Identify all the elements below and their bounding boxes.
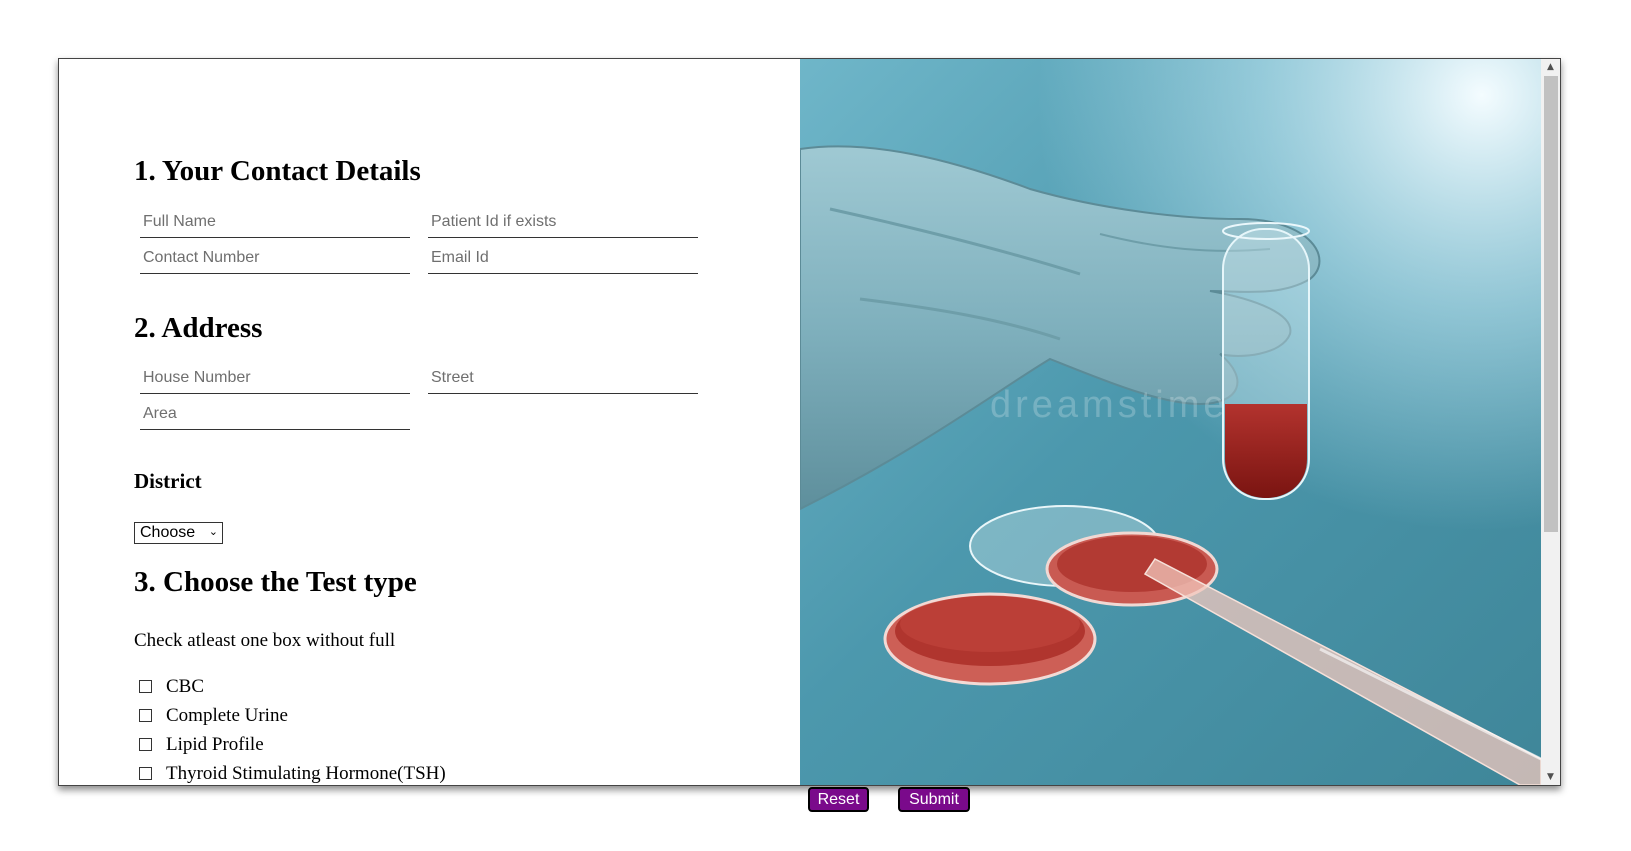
lab-test-tube-illustration: dreamstime	[800, 59, 1541, 785]
vertical-scrollbar[interactable]: ▲ ▼	[1541, 59, 1560, 785]
scroll-thumb[interactable]	[1544, 76, 1558, 532]
scroll-down-icon[interactable]: ▼	[1541, 769, 1560, 785]
checkbox-icon[interactable]	[139, 709, 152, 722]
full-name-field[interactable]: Full Name	[140, 209, 410, 238]
lab-photo: dreamstime	[800, 59, 1541, 785]
chevron-down-icon: ⌄	[208, 525, 218, 538]
area-placeholder: Area	[143, 405, 177, 422]
patient-id-field[interactable]: Patient Id if exists	[428, 209, 698, 238]
test-type-heading: 3. Choose the Test type	[134, 566, 417, 598]
email-placeholder: Email Id	[431, 249, 489, 266]
form-window: 1. Your Contact Details Full Name Patien…	[58, 58, 1561, 786]
contact-details-heading: 1. Your Contact Details	[134, 155, 421, 187]
district-selected-value: Choose	[140, 524, 196, 541]
test-label: CBC	[166, 676, 205, 697]
district-label: District	[134, 469, 202, 493]
email-field[interactable]: Email Id	[428, 245, 698, 274]
watermark-text: dreamstime	[990, 384, 1229, 426]
house-number-placeholder: House Number	[143, 369, 251, 386]
street-placeholder: Street	[431, 369, 474, 386]
submit-button[interactable]: Submit	[898, 787, 970, 812]
house-number-field[interactable]: House Number	[140, 365, 410, 394]
test-label: Lipid Profile	[166, 734, 264, 755]
area-field[interactable]: Area	[140, 401, 410, 430]
full-name-placeholder: Full Name	[143, 213, 216, 230]
address-heading: 2. Address	[134, 312, 263, 344]
checkbox-icon[interactable]	[139, 738, 152, 751]
checkbox-icon[interactable]	[139, 680, 152, 693]
street-field[interactable]: Street	[428, 365, 698, 394]
district-select[interactable]: Choose ⌄	[134, 522, 223, 544]
checkbox-icon[interactable]	[139, 767, 152, 780]
contact-number-field[interactable]: Contact Number	[140, 245, 410, 274]
reset-button[interactable]: Reset	[808, 787, 869, 812]
test-label: Complete Urine	[166, 705, 288, 726]
contact-number-placeholder: Contact Number	[143, 249, 260, 266]
test-label: Thyroid Stimulating Hormone(TSH)	[166, 763, 446, 784]
test-instruction: Check atleast one box without full	[134, 630, 396, 651]
form-pane: 1. Your Contact Details Full Name Patien…	[59, 59, 800, 785]
scroll-up-icon[interactable]: ▲	[1541, 59, 1560, 75]
patient-id-placeholder: Patient Id if exists	[431, 213, 557, 230]
